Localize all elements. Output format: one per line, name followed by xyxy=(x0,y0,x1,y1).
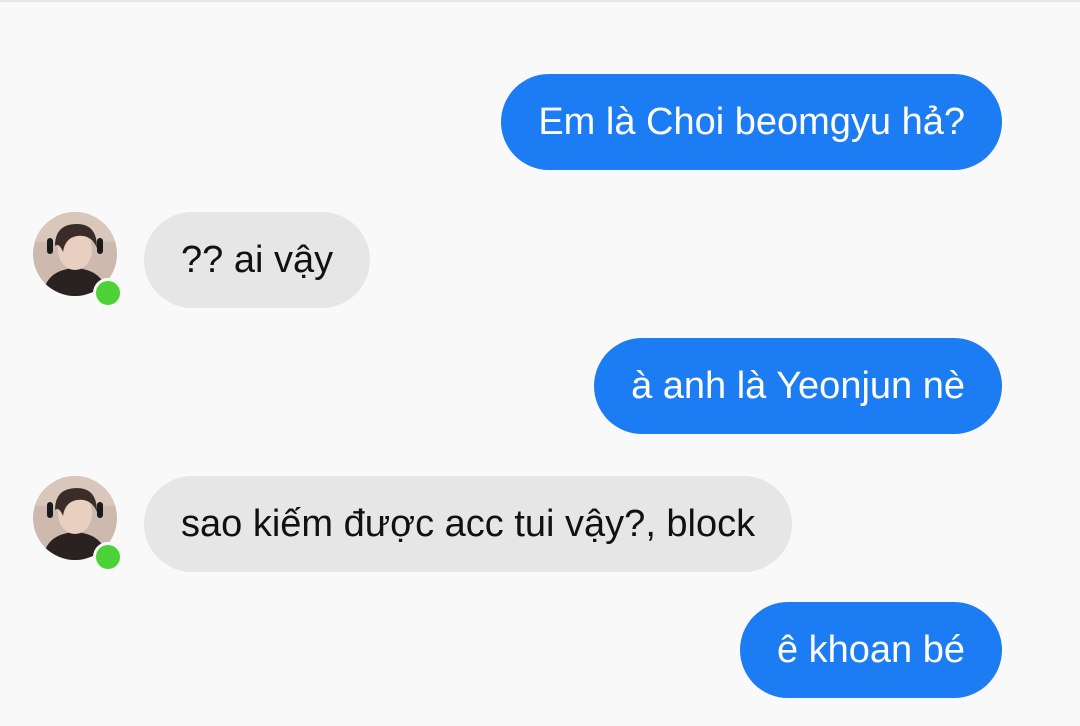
message-row-received: sao kiếm được acc tui vậy?, block xyxy=(0,476,1080,572)
message-row-sent: Em là Choi beomgyu hả? xyxy=(0,74,1080,170)
message-text: Em là Choi beomgyu hả? xyxy=(538,101,965,143)
online-status-dot xyxy=(93,278,123,308)
sent-message-bubble[interactable]: Em là Choi beomgyu hả? xyxy=(501,74,1002,170)
message-text: à anh là Yeonjun nè xyxy=(631,365,965,407)
message-row-received: ?? ai vậy xyxy=(0,212,1080,308)
message-row-sent: ê khoan bé xyxy=(0,602,1080,698)
message-text: sao kiếm được acc tui vậy?, block xyxy=(181,503,756,545)
message-row-sent: à anh là Yeonjun nè xyxy=(0,338,1080,434)
online-status-dot xyxy=(93,542,123,572)
sent-message-bubble[interactable]: ê khoan bé xyxy=(739,602,1002,698)
chat-thread[interactable]: Em là Choi beomgyu hả? ?? ai vậy à anh l… xyxy=(0,0,1080,726)
received-message-bubble[interactable]: sao kiếm được acc tui vậy?, block xyxy=(144,476,793,572)
received-message-bubble[interactable]: ?? ai vậy xyxy=(144,212,371,308)
message-text: ê khoan bé xyxy=(776,629,965,671)
sent-message-bubble[interactable]: à anh là Yeonjun nè xyxy=(594,338,1002,434)
message-text: ?? ai vậy xyxy=(181,239,334,281)
